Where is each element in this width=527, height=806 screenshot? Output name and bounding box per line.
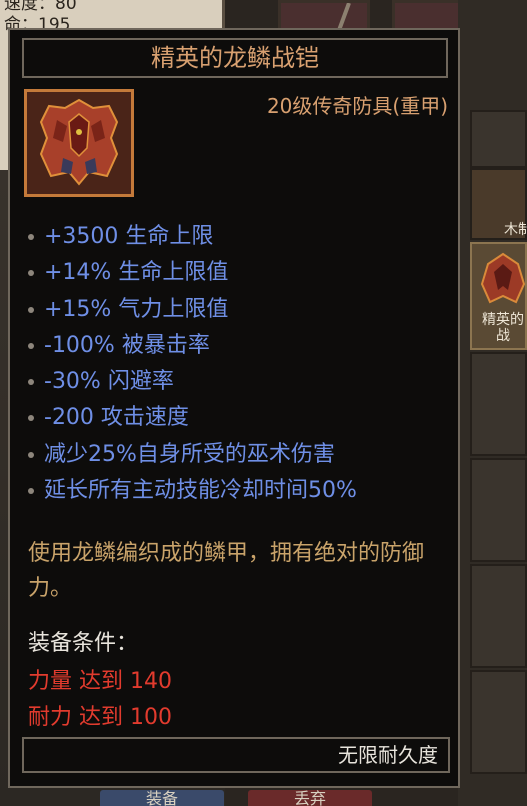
discard-button[interactable]: 丢弃 bbox=[248, 790, 372, 806]
bullet-icon bbox=[28, 415, 34, 422]
stat-row: 延长所有主动技能冷却时间50% bbox=[26, 473, 357, 509]
inventory-cell-wooden[interactable]: 木制 bbox=[470, 168, 527, 240]
item-title: 精英的龙鳞战铠 bbox=[22, 38, 448, 78]
item-type-label: 20级传奇防具(重甲) bbox=[266, 94, 448, 118]
inventory-cell-empty[interactable] bbox=[470, 564, 527, 668]
requirement-strength: 力量 达到 140 bbox=[28, 669, 172, 694]
stat-row: 减少25%自身所受的巫术伤害 bbox=[26, 437, 357, 473]
inventory-cell-dragon-armor[interactable]: 精英的 战 bbox=[470, 242, 527, 350]
bullet-icon bbox=[28, 379, 34, 386]
bullet-icon bbox=[28, 270, 34, 277]
item-icon-frame bbox=[24, 89, 134, 197]
stat-text: 延长所有主动技能冷却时间50% bbox=[44, 478, 357, 504]
stat-row: -100% 被暴击率 bbox=[26, 328, 357, 364]
stat-row: +14% 生命上限值 bbox=[26, 255, 357, 291]
bullet-icon bbox=[28, 306, 34, 313]
dragon-scale-armor-small-icon bbox=[480, 252, 526, 304]
stat-row: -30% 闪避率 bbox=[26, 364, 357, 400]
item-description: 使用龙鳞编织成的鳞甲，拥有绝对的防御力。 bbox=[28, 541, 425, 601]
inventory-cell-empty[interactable] bbox=[470, 670, 527, 774]
stat-text: +14% 生命上限值 bbox=[44, 260, 229, 286]
stat-row: -200 攻击速度 bbox=[26, 400, 357, 436]
item-tooltip: 精英的龙鳞战铠 20级传奇防具(重甲) +3500 生命上限 +14% 生命上限… bbox=[8, 28, 460, 788]
stat-row: +3500 生命上限 bbox=[26, 219, 357, 255]
item-stats-list: +3500 生命上限 +14% 生命上限值 +15% 气力上限值 -100% 被… bbox=[26, 219, 357, 509]
inventory-label-wooden: 木制 bbox=[504, 222, 527, 238]
dragon-scale-armor-icon bbox=[27, 92, 131, 194]
stat-row: +15% 气力上限值 bbox=[26, 292, 357, 328]
stat-text: +3500 生命上限 bbox=[44, 224, 214, 249]
inventory-label-line2: 战 bbox=[496, 328, 510, 344]
requirement-stamina: 耐力 达到 100 bbox=[28, 705, 172, 730]
inventory-label-line1: 精英的 bbox=[482, 312, 524, 328]
bullet-icon bbox=[28, 234, 34, 240]
stat-text: -200 攻击速度 bbox=[44, 405, 189, 431]
stat-text: -30% 闪避率 bbox=[44, 369, 174, 395]
inventory-cell-empty[interactable] bbox=[470, 352, 527, 456]
stat-line-speed: 速度：80 bbox=[4, 0, 77, 14]
equip-button[interactable]: 装备 bbox=[100, 790, 224, 806]
stat-text: 减少25%自身所受的巫术伤害 bbox=[44, 441, 335, 467]
inventory-cell-empty[interactable] bbox=[470, 110, 527, 168]
durability-label: 无限耐久度 bbox=[22, 737, 450, 773]
bullet-icon bbox=[28, 488, 34, 495]
stat-text: -100% 被暴击率 bbox=[44, 332, 210, 358]
bullet-icon bbox=[28, 451, 34, 458]
inventory-cell-empty[interactable] bbox=[470, 458, 527, 562]
requirements-label: 装备条件： bbox=[28, 631, 139, 656]
bullet-icon bbox=[28, 342, 34, 349]
stat-text: +15% 气力上限值 bbox=[44, 296, 229, 322]
